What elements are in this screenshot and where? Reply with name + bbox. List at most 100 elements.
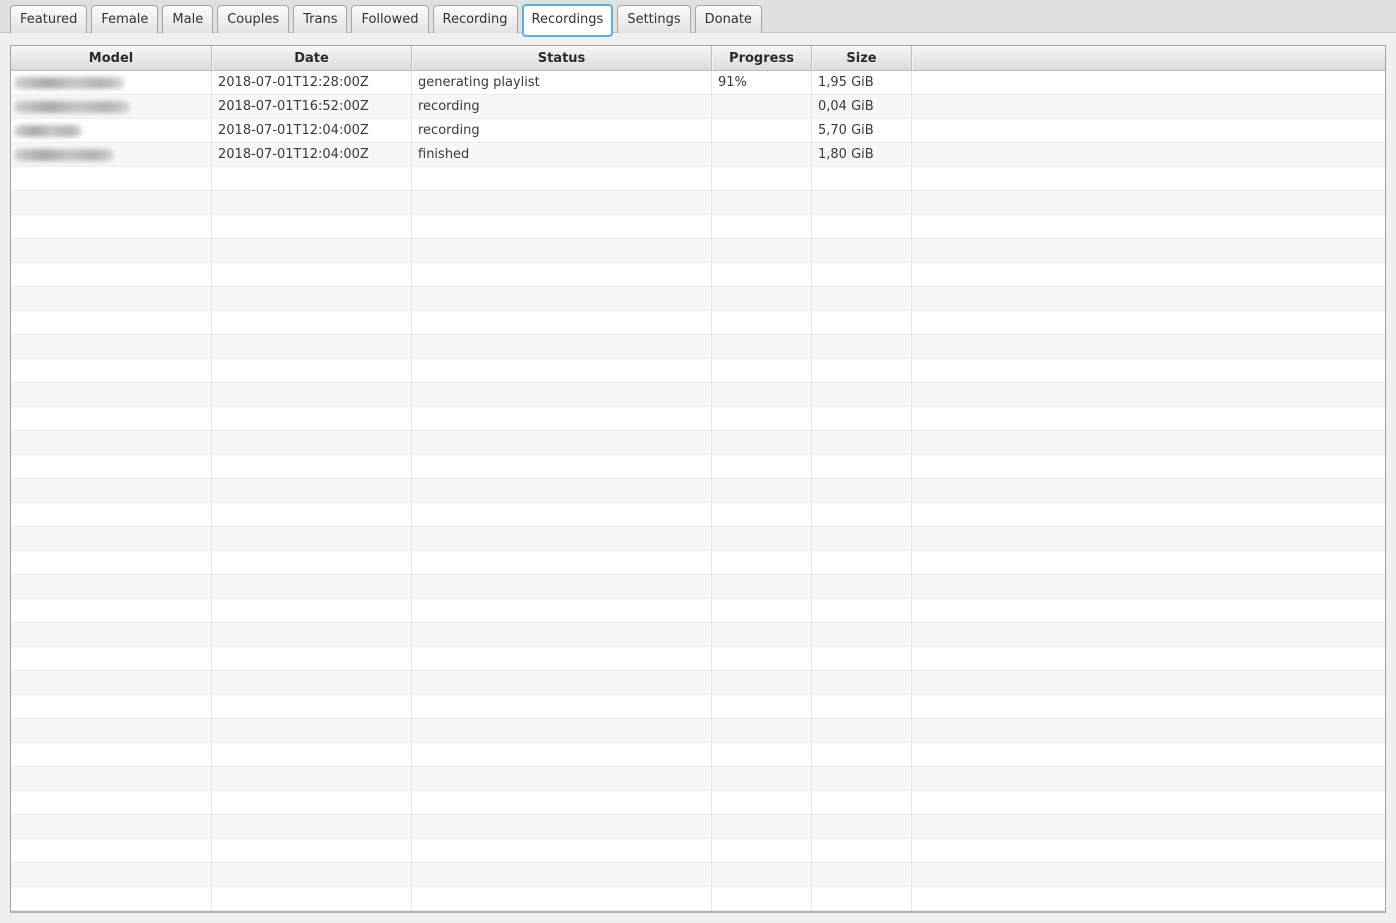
cell-size — [811, 647, 911, 670]
cell-size — [811, 455, 911, 478]
cell-extra — [911, 623, 1385, 646]
tab-couples[interactable]: Couples — [217, 5, 290, 33]
cell-size — [811, 815, 911, 838]
cell-model — [11, 287, 211, 310]
table-row-empty[interactable] — [11, 431, 1385, 455]
cell-size — [811, 863, 911, 886]
cell-model — [11, 791, 211, 814]
table-row-empty[interactable] — [11, 503, 1385, 527]
table-row-empty[interactable] — [11, 599, 1385, 623]
cell-status — [411, 431, 711, 454]
table-row-empty[interactable] — [11, 311, 1385, 335]
cell-date — [211, 527, 411, 550]
cell-model — [11, 671, 211, 694]
cell-date — [211, 359, 411, 382]
cell-model — [11, 143, 211, 166]
table-row-empty[interactable] — [11, 407, 1385, 431]
table-row-empty[interactable] — [11, 647, 1385, 671]
cell-progress — [711, 767, 811, 790]
table-row-empty[interactable] — [11, 719, 1385, 743]
tab-followed[interactable]: Followed — [351, 5, 429, 33]
table-row-empty[interactable] — [11, 887, 1385, 911]
cell-date — [211, 863, 411, 886]
cell-size — [811, 479, 911, 502]
table-row-empty[interactable] — [11, 743, 1385, 767]
column-header-status[interactable]: Status — [411, 46, 711, 70]
tab-recordings[interactable]: Recordings — [521, 4, 614, 37]
cell-model — [11, 359, 211, 382]
cell-model — [11, 191, 211, 214]
table-row-empty[interactable] — [11, 671, 1385, 695]
column-header-date[interactable]: Date — [211, 46, 411, 70]
cell-progress — [711, 239, 811, 262]
table-row-empty[interactable] — [11, 167, 1385, 191]
tab-trans[interactable]: Trans — [293, 5, 348, 33]
cell-progress — [711, 263, 811, 286]
cell-progress: 91% — [711, 71, 811, 94]
tab-male[interactable]: Male — [162, 5, 214, 33]
cell-date — [211, 551, 411, 574]
cell-size — [811, 623, 911, 646]
cell-progress — [711, 287, 811, 310]
tab-female[interactable]: Female — [91, 5, 159, 33]
cell-status — [411, 335, 711, 358]
cell-status — [411, 695, 711, 718]
cell-extra — [911, 839, 1385, 862]
table-row[interactable]: 2018-07-01T12:04:00Z recording 5,70 GiB — [11, 119, 1385, 143]
cell-progress — [711, 431, 811, 454]
cell-size — [811, 383, 911, 406]
table-row[interactable]: 2018-07-01T16:52:00Z recording 0,04 GiB — [11, 95, 1385, 119]
cell-model — [11, 719, 211, 742]
tab-recording[interactable]: Recording — [432, 5, 518, 33]
table-row-empty[interactable] — [11, 863, 1385, 887]
cell-status — [411, 863, 711, 886]
cell-date — [211, 263, 411, 286]
table-row-empty[interactable] — [11, 815, 1385, 839]
tab-donate[interactable]: Donate — [694, 5, 762, 33]
cell-size: 0,04 GiB — [811, 95, 911, 118]
table-row-empty[interactable] — [11, 263, 1385, 287]
table-row-empty[interactable] — [11, 335, 1385, 359]
cell-status — [411, 503, 711, 526]
table-row-empty[interactable] — [11, 839, 1385, 863]
table-row-empty[interactable] — [11, 239, 1385, 263]
cell-model — [11, 695, 211, 718]
table-row-empty[interactable] — [11, 455, 1385, 479]
table-row-empty[interactable] — [11, 383, 1385, 407]
table-row-empty[interactable] — [11, 695, 1385, 719]
cell-extra — [911, 167, 1385, 190]
cell-progress — [711, 479, 811, 502]
table-row-empty[interactable] — [11, 479, 1385, 503]
table-row[interactable]: 2018-07-01T12:28:00Z generating playlist 9… — [11, 71, 1385, 95]
table-row[interactable]: 2018-07-01T12:04:00Z finished 1,80 GiB — [11, 143, 1385, 167]
table-row-empty[interactable] — [11, 767, 1385, 791]
cell-model — [11, 527, 211, 550]
column-header-model[interactable]: Model — [11, 46, 211, 70]
cell-model — [11, 887, 211, 910]
table-row-empty[interactable] — [11, 791, 1385, 815]
cell-status — [411, 839, 711, 862]
tab-featured[interactable]: Featured — [10, 5, 88, 33]
column-header-size[interactable]: Size — [811, 46, 911, 70]
cell-date — [211, 503, 411, 526]
cell-extra — [911, 551, 1385, 574]
tab-bar: Featured Female Male Couples Trans Followed Re… — [0, 0, 1396, 37]
table-row-empty[interactable] — [11, 191, 1385, 215]
cell-extra — [911, 263, 1385, 286]
table-row-empty[interactable] — [11, 287, 1385, 311]
cell-extra — [911, 599, 1385, 622]
cell-extra — [911, 287, 1385, 310]
column-header-progress[interactable]: Progress — [711, 46, 811, 70]
table-row-empty[interactable] — [11, 551, 1385, 575]
table-row-empty[interactable] — [11, 527, 1385, 551]
table-row-empty[interactable] — [11, 623, 1385, 647]
table-row-empty[interactable] — [11, 359, 1385, 383]
cell-progress — [711, 311, 811, 334]
column-header-extra[interactable] — [911, 46, 1385, 70]
table-row-empty[interactable] — [11, 575, 1385, 599]
tab-settings[interactable]: Settings — [617, 5, 691, 33]
table-row-empty[interactable] — [11, 215, 1385, 239]
cell-status — [411, 167, 711, 190]
cell-status: finished — [411, 143, 711, 166]
cell-status — [411, 575, 711, 598]
